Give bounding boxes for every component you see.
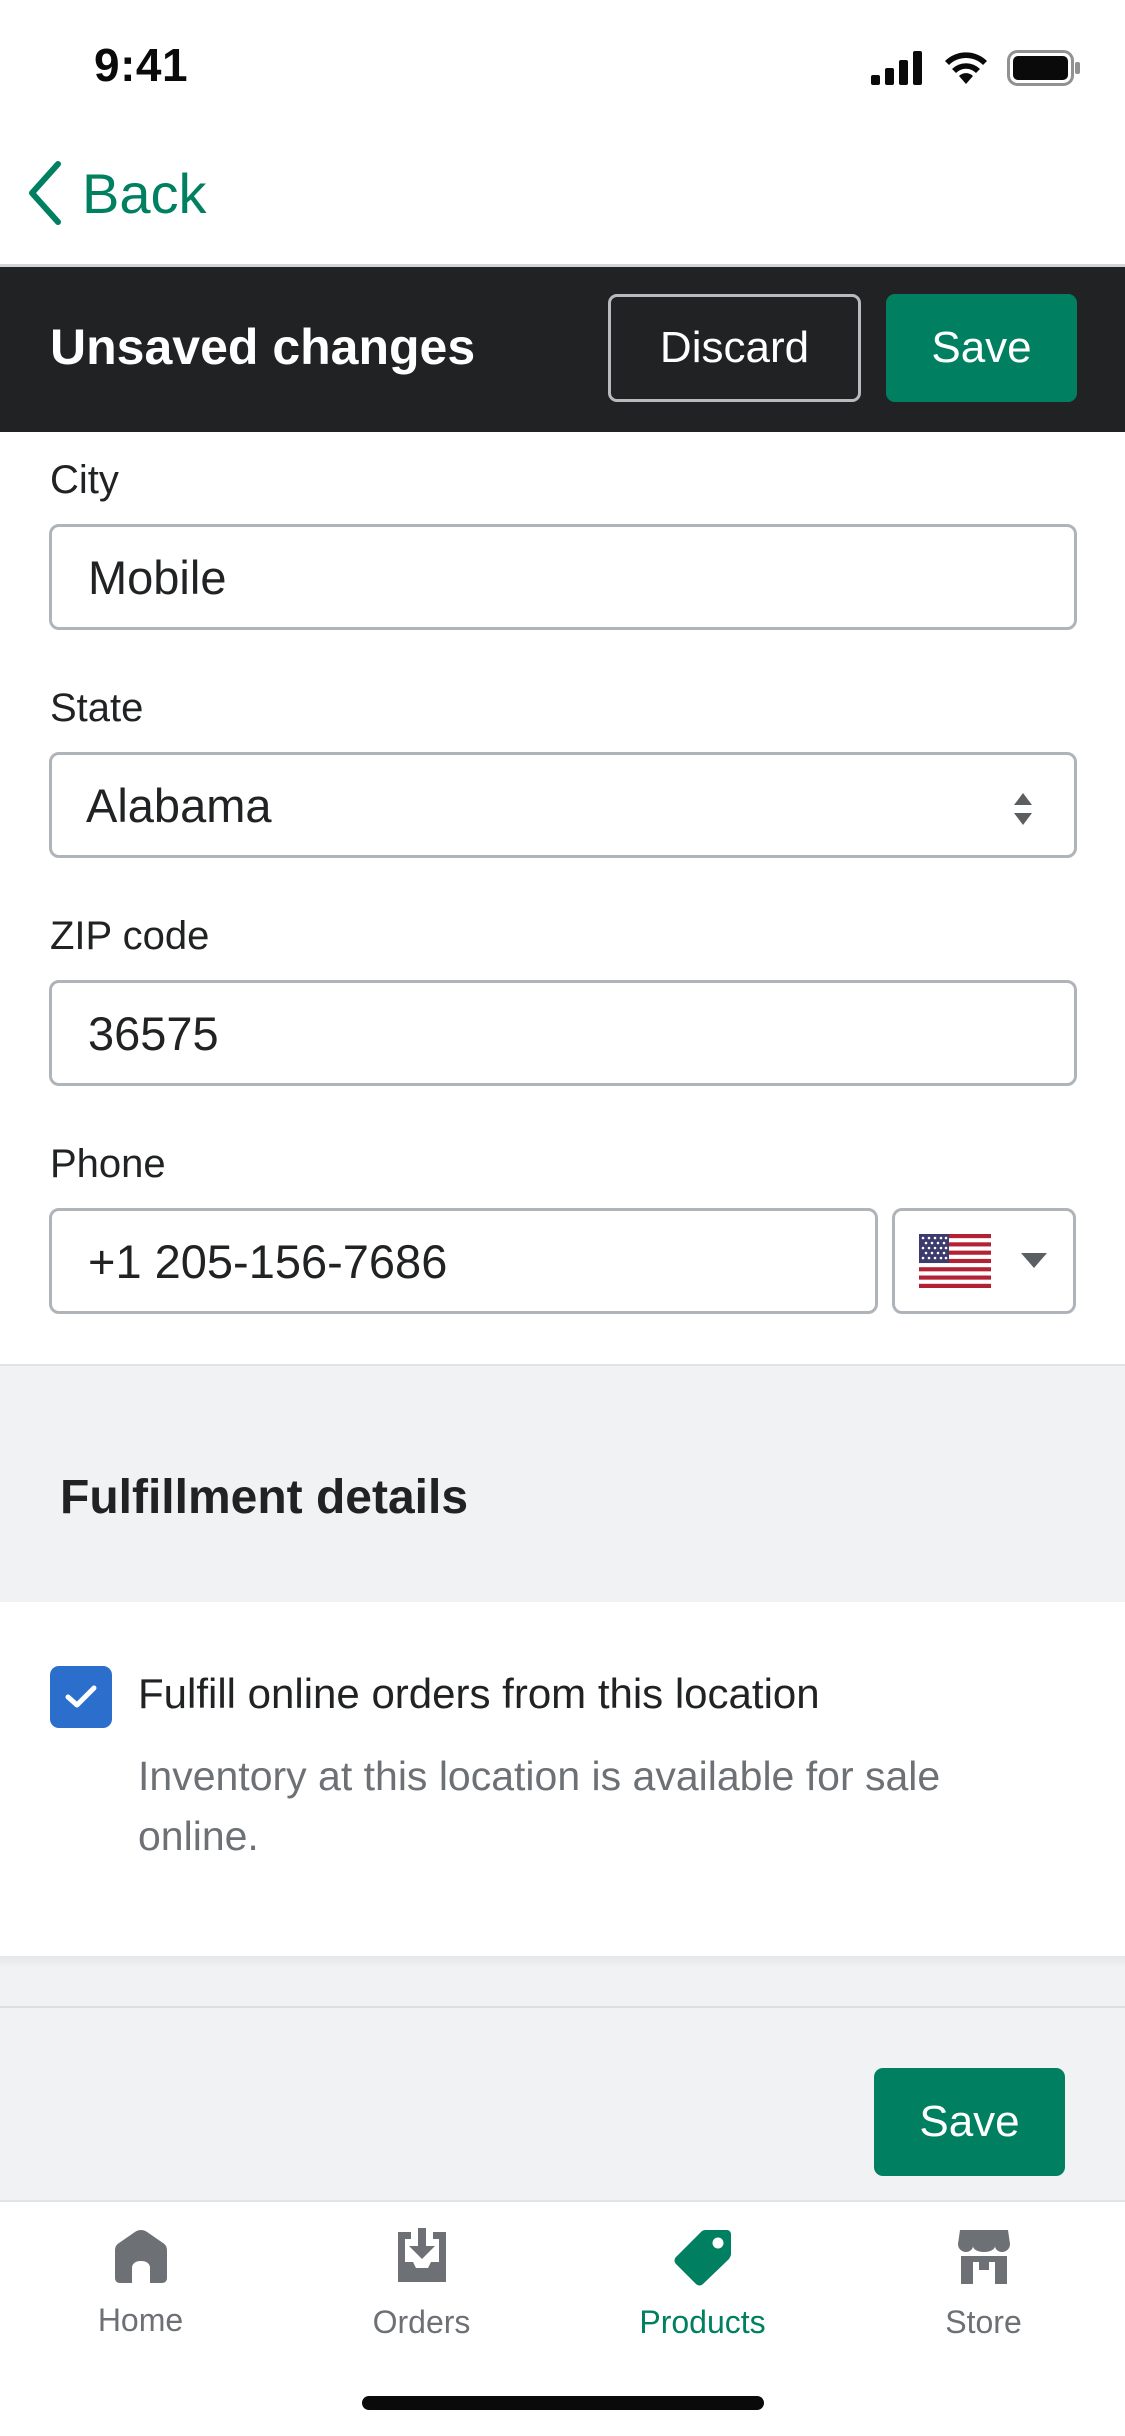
chevron-left-icon (29, 161, 61, 225)
zip-value: 36575 (88, 1006, 219, 1060)
country-code-select[interactable] (892, 1208, 1076, 1314)
tab-store-label: Store (945, 2304, 1022, 2340)
back-button[interactable]: Back (24, 160, 207, 226)
back-label: Back (82, 161, 207, 225)
state-value: Alabama (86, 778, 272, 832)
city-value: Mobile (88, 550, 227, 604)
phone-value: +1 205-156-7686 (88, 1234, 448, 1288)
tab-products[interactable]: Products (562, 2228, 843, 2341)
state-label: State (50, 686, 144, 730)
city-input[interactable]: Mobile (49, 524, 1077, 630)
tag-icon (674, 2230, 731, 2286)
orders-icon (397, 2228, 446, 2282)
tab-orders-label: Orders (372, 2304, 471, 2340)
home-icon (114, 2230, 167, 2283)
footer-shadow (0, 1956, 1125, 1968)
tab-home[interactable]: Home (0, 2228, 281, 2339)
us-flag-icon (919, 1234, 991, 1288)
select-arrows-icon (1014, 793, 1032, 825)
cellular-signal-icon (871, 51, 922, 85)
city-label: City (50, 458, 119, 502)
phone-label: Phone (50, 1142, 166, 1186)
home-indicator (362, 2396, 764, 2410)
unsaved-changes-title: Unsaved changes (50, 319, 476, 375)
fulfillment-title: Fulfillment details (60, 1471, 469, 1524)
footer-divider (0, 2006, 1125, 2008)
fulfill-online-checkbox[interactable] (50, 1666, 112, 1728)
status-icons (871, 48, 1081, 88)
checkmark-icon (65, 1685, 97, 1708)
discard-button[interactable]: Discard (608, 294, 861, 402)
fulfill-online-label[interactable]: Fulfill online orders from this location (138, 1670, 820, 1718)
caret-down-icon (1021, 1253, 1047, 1268)
state-select[interactable]: Alabama (49, 752, 1077, 858)
zip-input[interactable]: 36575 (49, 980, 1077, 1086)
store-icon (957, 2230, 1010, 2284)
battery-icon (1007, 50, 1080, 86)
save-button-bottom[interactable]: Save (874, 2068, 1065, 2176)
zip-label: ZIP code (50, 914, 210, 958)
save-button-top[interactable]: Save (886, 294, 1077, 402)
tab-store[interactable]: Store (843, 2228, 1124, 2341)
status-time: 9:41 (94, 39, 189, 91)
tab-products-label: Products (639, 2304, 766, 2340)
tab-orders[interactable]: Orders (281, 2228, 562, 2341)
wifi-icon (945, 52, 987, 84)
fulfill-online-help-text: Inventory at this location is available … (138, 1753, 941, 1859)
tab-home-label: Home (97, 2302, 184, 2338)
phone-input[interactable]: +1 205-156-7686 (49, 1208, 878, 1314)
